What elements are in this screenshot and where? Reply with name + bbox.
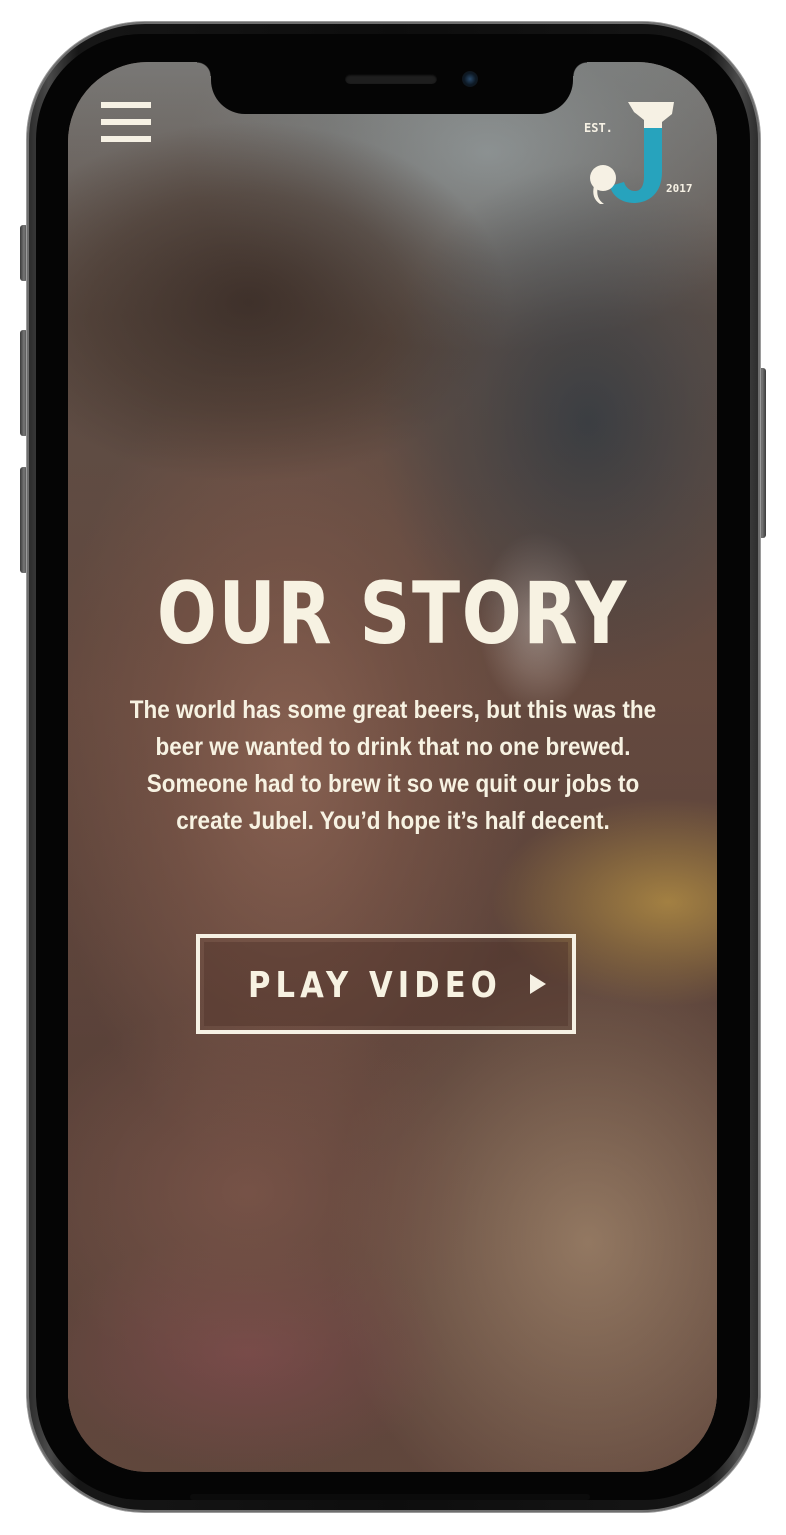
earpiece-speaker <box>345 74 437 84</box>
hamburger-menu-icon[interactable] <box>101 102 153 144</box>
notch <box>197 62 587 114</box>
page-title: OUR STORY <box>156 564 629 664</box>
hero-section: OUR STORY The world has some great beers… <box>68 562 717 840</box>
logo-year-text: 2017 <box>666 182 693 195</box>
play-video-button[interactable]: PLAY VIDEO <box>196 934 576 1034</box>
hero-description: The world has some great beers, but this… <box>129 696 656 835</box>
phone-bottom-edge <box>190 1494 590 1500</box>
play-video-label: PLAY VIDEO <box>248 965 502 1006</box>
device-mockup: EST. 2017 OUR STORY The world has some g… <box>0 0 786 1535</box>
jubel-logo-mark: EST. 2017 <box>584 102 693 204</box>
menu-line-top <box>101 102 151 108</box>
logo-est-text: EST. <box>584 121 613 135</box>
phone-screen: EST. 2017 OUR STORY The world has some g… <box>68 62 717 1472</box>
menu-line-bottom <box>101 136 151 142</box>
front-camera <box>462 71 478 87</box>
menu-line-middle <box>101 119 151 125</box>
jubel-logo[interactable]: EST. 2017 <box>582 100 702 210</box>
play-triangle-icon <box>530 974 546 994</box>
